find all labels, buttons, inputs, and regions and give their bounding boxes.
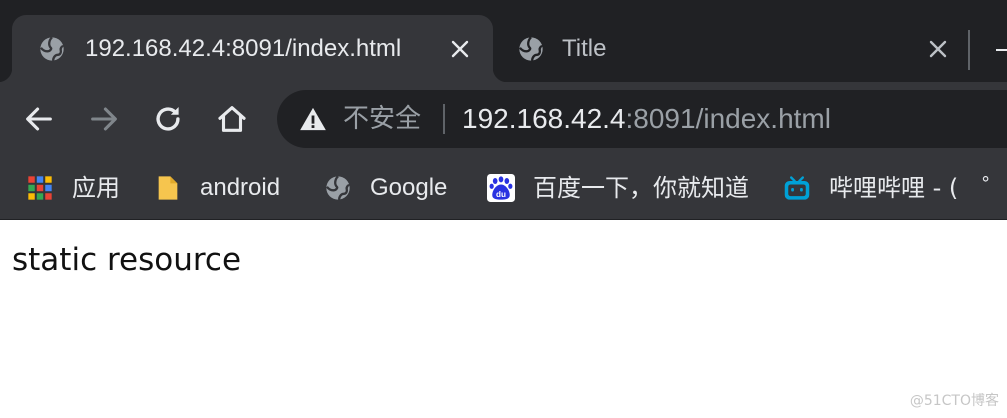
arrow-left-icon[interactable] [22,102,56,136]
address-bar[interactable]: 不安全 192.168.42.4:8091/index.html [277,90,1007,148]
reload-icon[interactable] [151,102,185,136]
bookmark-android[interactable]: android [154,168,294,208]
bookmark-label: Google [370,174,448,201]
page-body-text: static resource [12,242,242,278]
globe-icon [518,36,544,61]
tab-title-active: 192.168.42.4:8091/index.html [85,35,402,62]
arrow-right-icon[interactable] [87,102,121,136]
apps-grid-icon [28,176,52,200]
bookmark-label: 百度一下，你就知道 [533,174,749,202]
folder-icon [158,176,178,200]
svg-text:du: du [496,190,506,199]
security-label[interactable]: 不安全 [343,103,421,135]
close-icon[interactable] [926,37,950,61]
bookmarks-bar: 应用 android Google du 百度一下，你就知道 哔哩哔哩 - (… [0,156,1007,220]
bookmark-bilibili[interactable]: 哔哩哔哩 - ( ゜- [783,168,1007,208]
home-icon[interactable] [215,102,249,136]
baidu-paw-icon: du [487,174,515,202]
tab-separator [968,30,970,70]
bookmark-baidu[interactable]: du 百度一下，你就知道 [487,168,757,208]
bookmark-google[interactable]: Google [324,168,464,208]
close-icon[interactable] [448,37,472,61]
bookmark-label: android [200,174,281,201]
url-text[interactable]: 192.168.42.4:8091/index.html [462,102,831,136]
page-content: static resource @51CTO博客 [0,221,1007,418]
bookmark-label: 哔哩哔哩 - ( ゜- [829,174,1007,202]
omnibox-separator [443,104,445,134]
url-host: 192.168.42.4 [462,103,626,134]
globe-icon [325,175,351,200]
tab-title-inactive: Title [562,35,607,62]
watermark: @51CTO博客 [909,393,999,409]
url-path: :8091/index.html [625,103,831,134]
bookmark-apps[interactable]: 应用 [26,168,126,208]
tab-strip: 192.168.42.4:8091/index.html Title [0,0,1007,82]
new-tab-button[interactable] [996,49,1007,51]
bookmark-label: 应用 [72,174,120,202]
bilibili-tv-icon [784,176,810,200]
warning-triangle-icon[interactable] [299,106,327,132]
toolbar: 不安全 192.168.42.4:8091/index.html [0,82,1007,156]
globe-icon [39,36,65,61]
